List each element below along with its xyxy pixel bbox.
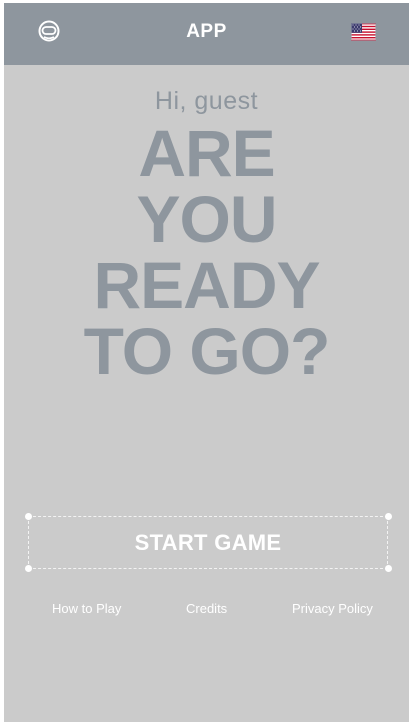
- footer-links: How to Play Credits Privacy Policy: [4, 601, 409, 619]
- selection-handle-bottom-left: [25, 565, 32, 572]
- headline-line: TO GO?: [83, 314, 331, 388]
- headline: ARE YOU READY TO GO?: [4, 120, 409, 384]
- how-to-play-link[interactable]: How to Play: [52, 601, 121, 616]
- selection-handle-bottom-right: [385, 565, 392, 572]
- headline-line: READY: [93, 248, 320, 322]
- top-bar: APP: [4, 3, 409, 65]
- greeting-text: Hi, guest: [154, 87, 259, 115]
- credits-link[interactable]: Credits: [186, 601, 227, 616]
- app-title: APP: [186, 21, 227, 42]
- selection-handle-top-left: [25, 513, 32, 520]
- selection-handle-top-right: [385, 513, 392, 520]
- headline-line: YOU: [136, 182, 277, 256]
- start-game-button[interactable]: START GAME: [28, 516, 388, 569]
- privacy-policy-link[interactable]: Privacy Policy: [292, 601, 373, 616]
- headline-line: ARE: [138, 116, 275, 190]
- us-flag-icon[interactable]: [351, 23, 376, 41]
- app-frame: APP Hi, guest ARE YOU READY TO GO? START…: [4, 3, 409, 722]
